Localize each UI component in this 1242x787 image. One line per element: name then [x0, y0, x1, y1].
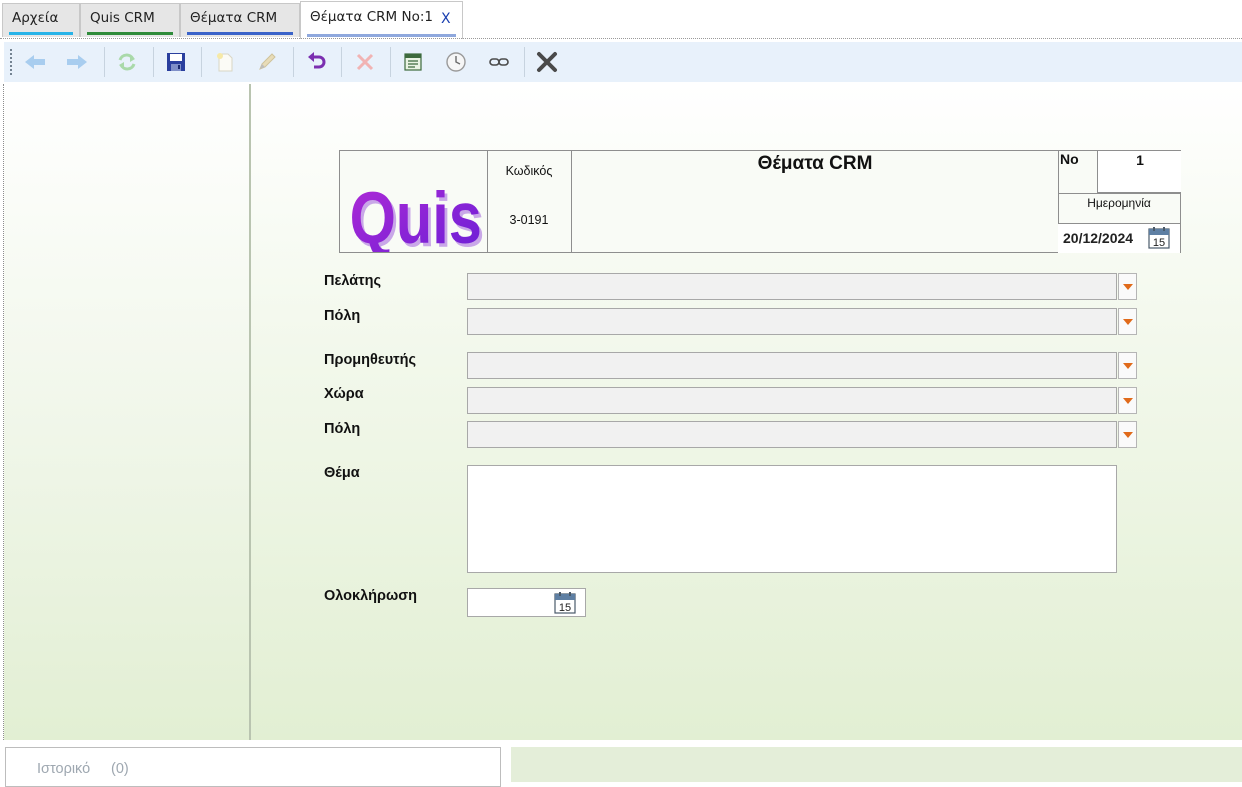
record-header: Quis Quis Κωδικός 3-0191 Θέματα CRM No 1… — [339, 150, 1181, 253]
history-label: Ιστορικό — [37, 761, 91, 777]
customer-city-combo[interactable] — [467, 308, 1117, 335]
page-title: Θέματα CRM — [757, 153, 873, 174]
bottom-right-panel — [511, 747, 1242, 782]
tab-label: Quis CRM — [90, 10, 155, 26]
tab-label: Θέματα CRM — [190, 10, 278, 26]
toolbar-grip[interactable] — [10, 48, 12, 76]
tab-underline — [9, 32, 73, 35]
refresh-icon[interactable] — [113, 48, 141, 76]
country-dropdown-button[interactable] — [1118, 387, 1137, 414]
left-panel — [4, 84, 250, 740]
chevron-down-icon — [1122, 362, 1133, 369]
delete-icon[interactable] — [351, 48, 379, 76]
subject-label: Θέμα — [324, 465, 360, 481]
number-date-box: No 1 Ημερομηνία 20/12/2024 15 — [1058, 150, 1181, 253]
date-field[interactable]: 20/12/2024 15 — [1058, 223, 1180, 253]
toolbar-separator — [104, 47, 105, 77]
tab-underline — [87, 32, 173, 35]
toolbar — [4, 42, 1242, 82]
close-icon[interactable] — [533, 48, 561, 76]
customer-city-label: Πόλη — [324, 308, 361, 324]
country-combo[interactable] — [467, 387, 1117, 414]
supplier-label: Προμηθευτής — [324, 352, 417, 368]
completion-date-field[interactable]: 15 — [467, 588, 586, 617]
subject-textarea[interactable] — [467, 465, 1117, 573]
tab-underline — [307, 34, 456, 37]
tab-label: Αρχεία — [12, 10, 59, 26]
history-count: (0) — [111, 761, 129, 777]
completion-label: Ολοκλήρωση — [324, 588, 418, 604]
calendar-day: 15 — [559, 602, 571, 614]
supplier-city-label: Πόλη — [324, 421, 361, 437]
edit-icon[interactable] — [253, 48, 281, 76]
number-value: 1 — [1136, 152, 1144, 168]
customer-combo[interactable] — [467, 273, 1117, 300]
toolbar-separator — [390, 47, 391, 77]
tab-bar: Αρχεία Quis CRM Θέματα CRM Θέματα CRM No… — [0, 0, 1242, 40]
tab-label: Θέματα CRM No:1 — [310, 9, 433, 25]
toolbar-separator — [153, 47, 154, 77]
chevron-down-icon — [1122, 283, 1133, 290]
code-label: Κωδικός — [505, 164, 553, 178]
history-tab[interactable]: Ιστορικό (0) — [5, 747, 501, 787]
calendar-day: 15 — [1153, 237, 1165, 249]
calendar-icon[interactable]: 15 — [554, 592, 576, 614]
supplier-city-dropdown-button[interactable] — [1118, 421, 1137, 448]
link-icon[interactable] — [485, 48, 513, 76]
calendar-icon[interactable]: 15 — [1148, 227, 1170, 249]
date-label-row: Ημερομηνία — [1058, 193, 1180, 224]
report-icon[interactable] — [399, 48, 427, 76]
toolbar-separator — [341, 47, 342, 77]
quis-logo: Quis Quis — [344, 151, 484, 252]
tab-crm-issue-no1[interactable]: Θέματα CRM No:1 X — [300, 1, 463, 39]
save-icon[interactable] — [162, 48, 190, 76]
customer-label: Πελάτης — [324, 273, 382, 289]
undo-icon[interactable] — [302, 48, 330, 76]
toolbar-separator — [201, 47, 202, 77]
toolbar-separator — [293, 47, 294, 77]
chevron-down-icon — [1122, 431, 1133, 438]
chevron-down-icon — [1122, 397, 1133, 404]
tab-close-button[interactable]: X — [441, 11, 451, 27]
supplier-combo[interactable] — [467, 352, 1117, 379]
customer-city-dropdown-button[interactable] — [1118, 308, 1137, 335]
tab-bar-divider — [0, 38, 1242, 39]
country-label: Χώρα — [324, 386, 364, 402]
date-label: Ημερομηνία — [1087, 196, 1151, 210]
supplier-city-combo[interactable] — [467, 421, 1117, 448]
forward-icon[interactable] — [63, 48, 91, 76]
date-value: 20/12/2024 — [1063, 230, 1134, 246]
tab-underline — [187, 32, 293, 35]
tab-crm-issues[interactable]: Θέματα CRM — [180, 3, 300, 37]
number-field[interactable]: 1 — [1097, 150, 1181, 193]
customer-dropdown-button[interactable] — [1118, 273, 1137, 300]
number-label: No — [1060, 151, 1079, 167]
tab-archives[interactable]: Αρχεία — [2, 3, 80, 37]
supplier-dropdown-button[interactable] — [1118, 352, 1137, 379]
toolbar-separator — [524, 47, 525, 77]
tab-quis-crm[interactable]: Quis CRM — [80, 3, 180, 37]
back-icon[interactable] — [21, 48, 49, 76]
code-value: 3-0191 — [509, 213, 549, 227]
new-document-icon[interactable] — [211, 48, 239, 76]
logo-text: Quis — [350, 177, 482, 252]
clock-icon[interactable] — [442, 48, 470, 76]
chevron-down-icon — [1122, 318, 1133, 325]
